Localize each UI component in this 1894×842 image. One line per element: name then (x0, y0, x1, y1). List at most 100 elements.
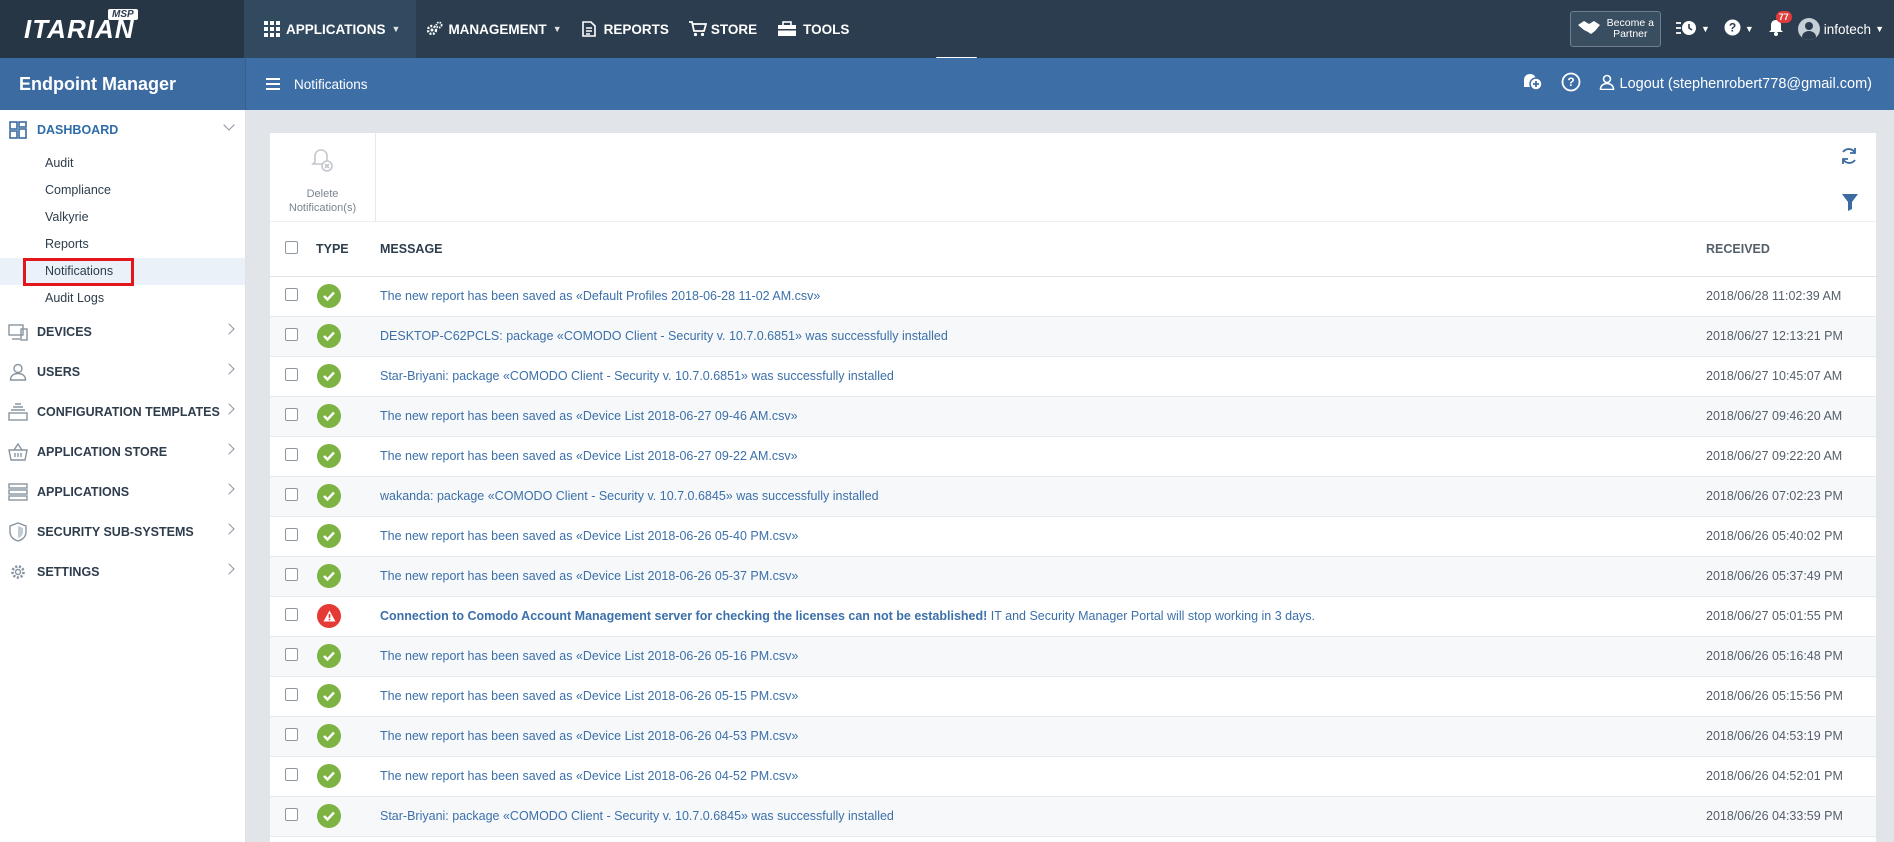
message-text[interactable]: wakanda: package «COMODO Client - Securi… (380, 489, 879, 503)
sidebar-section-label: APPLICATION STORE (37, 445, 168, 459)
message-text[interactable]: DESKTOP-C62PCLS: package «COMODO Client … (380, 329, 948, 343)
success-check-icon (317, 764, 341, 788)
row-checkbox[interactable] (285, 728, 298, 741)
logo[interactable]: ITARIAN MSP (0, 0, 244, 58)
chevron-right-icon (223, 323, 235, 335)
filter-icon[interactable] (1842, 193, 1858, 214)
shield-icon (8, 522, 28, 542)
table-row[interactable]: DESKTOP-C62PCLS: package «COMODO Client … (270, 316, 1876, 356)
user-menu[interactable]: infotech ▼ (1797, 18, 1884, 40)
sidebar-item-audit[interactable]: Audit (0, 150, 245, 177)
sidebar-section-users[interactable]: USERS (0, 352, 245, 392)
message-text[interactable]: The new report has been saved as «Device… (380, 689, 798, 703)
row-checkbox[interactable] (285, 608, 298, 621)
sidebar-item-compliance[interactable]: Compliance (0, 177, 245, 204)
help-menu[interactable]: ? ▼ (1724, 19, 1754, 39)
add-notification-icon[interactable] (1521, 72, 1543, 96)
basket-icon (8, 442, 28, 462)
message-text[interactable]: The new report has been saved as «Device… (380, 569, 798, 583)
row-checkbox[interactable] (285, 368, 298, 381)
document-icon (581, 21, 598, 37)
nav-management[interactable]: MANAGEMENT ▼ (416, 0, 571, 58)
sidebar-item-notifications[interactable]: Notifications (0, 258, 245, 286)
sidebar-section-application-store[interactable]: APPLICATION STORE (0, 432, 245, 472)
row-checkbox[interactable] (285, 408, 298, 421)
message-text[interactable]: IT and Security Manager Portal will stop… (987, 609, 1315, 623)
notifications-bell[interactable]: 77 (1768, 11, 1792, 39)
sidebar-section-dashboard[interactable]: DASHBOARD (0, 110, 245, 150)
message-text[interactable]: The new report has been saved as «Device… (380, 409, 798, 423)
message-text[interactable]: The new report has been saved as «Device… (380, 529, 798, 543)
table-row[interactable]: Star-Briyani: package «COMODO Client - S… (270, 356, 1876, 396)
row-checkbox[interactable] (285, 488, 298, 501)
svg-text:?: ? (1567, 75, 1574, 89)
success-check-icon (317, 804, 341, 828)
sidebar-section-configuration-templates[interactable]: CONFIGURATION TEMPLATES (0, 392, 245, 432)
column-header-received[interactable]: RECEIVED (1706, 222, 1876, 277)
table-row[interactable]: wakanda: package «COMODO Client - Securi… (270, 476, 1876, 516)
top-navigation-bar: ITARIAN MSP APPLICATIONS ▼ MANAGEMENT ▼ … (0, 0, 1894, 58)
recent-activity-menu[interactable]: ▼ (1675, 20, 1710, 39)
table-row[interactable]: The new report has been saved as «Defaul… (270, 276, 1876, 316)
nav-tools[interactable]: TOOLS (767, 0, 859, 58)
message-text[interactable]: The new report has been saved as «Device… (380, 769, 798, 783)
table-row[interactable]: The new report has been saved as «Device… (270, 676, 1876, 716)
row-checkbox[interactable] (285, 768, 298, 781)
cart-icon (688, 21, 708, 37)
row-checkbox[interactable] (285, 528, 298, 541)
table-row[interactable]: The new report has been saved as «Device… (270, 756, 1876, 796)
sidebar-section-security-sub-systems[interactable]: SECURITY SUB-SYSTEMS (0, 512, 245, 552)
row-checkbox[interactable] (285, 568, 298, 581)
message-text[interactable]: The new report has been saved as «Device… (380, 449, 798, 463)
nav-reports[interactable]: REPORTS (572, 0, 679, 58)
user-name: infotech (1823, 21, 1872, 37)
nav-applications[interactable]: APPLICATIONS ▼ (244, 0, 417, 58)
message-text[interactable]: The new report has been saved as «Device… (380, 729, 798, 743)
nav-store[interactable]: STORE (679, 0, 767, 58)
notifications-panel: Delete Notification(s) TYPE MESSAGE RECE… (270, 133, 1876, 842)
sidebar-section-applications[interactable]: APPLICATIONS (0, 472, 245, 512)
table-row[interactable]: The new report has been saved as «Device… (270, 716, 1876, 756)
table-row[interactable]: Star-Briyani: package «COMODO Client - S… (270, 796, 1876, 836)
delete-notifications-button[interactable]: Delete Notification(s) (270, 133, 376, 222)
delete-label-line1: Delete (306, 188, 339, 200)
message-text[interactable]: The new report has been saved as «Defaul… (380, 289, 820, 303)
received-time: 2018/06/27 09:46:20 AM (1706, 409, 1843, 423)
help-circle-icon[interactable]: ? (1561, 72, 1581, 96)
message-text[interactable]: Star-Briyani: package «COMODO Client - S… (380, 809, 894, 823)
table-row[interactable]: The new report has been saved as «Device… (270, 636, 1876, 676)
chevron-right-icon (223, 443, 235, 455)
table-row[interactable]: The new report has been saved as «Device… (270, 556, 1876, 596)
logout-button[interactable]: Logout (stephenrobert778@gmail.com) (1599, 74, 1872, 94)
sidebar-section-settings[interactable]: SETTINGS (0, 552, 245, 592)
row-checkbox[interactable] (285, 288, 298, 301)
sidebar-section-devices[interactable]: DEVICES (0, 312, 245, 352)
row-checkbox[interactable] (285, 648, 298, 661)
column-header-type[interactable]: TYPE (316, 222, 380, 277)
row-checkbox[interactable] (285, 448, 298, 461)
table-row[interactable]: Connection to Comodo Account Management … (270, 596, 1876, 636)
select-all-checkbox[interactable] (285, 240, 298, 254)
success-check-icon (317, 564, 341, 588)
hamburger-menu-icon[interactable] (266, 78, 280, 90)
column-header-message[interactable]: MESSAGE (380, 222, 1706, 277)
success-check-icon (317, 324, 341, 348)
sidebar-item-audit-logs[interactable]: Audit Logs (0, 285, 245, 312)
row-checkbox[interactable] (285, 688, 298, 701)
sidebar-item-valkyrie[interactable]: Valkyrie (0, 204, 245, 231)
table-row[interactable]: The new report has been saved as «Device… (270, 436, 1876, 476)
table-row[interactable]: The new report has been saved as «Device… (270, 516, 1876, 556)
sidebar: DASHBOARD Audit Compliance Valkyrie Repo… (0, 110, 246, 842)
row-checkbox[interactable] (285, 808, 298, 821)
message-text[interactable]: The new report has been saved as «Device… (380, 649, 798, 663)
top-nav: APPLICATIONS ▼ MANAGEMENT ▼ REPORTS STOR… (244, 0, 859, 58)
chevron-right-icon (223, 403, 235, 415)
become-partner-button[interactable]: Become a Partner (1569, 11, 1661, 47)
refresh-icon[interactable] (1840, 147, 1858, 168)
message-text[interactable]: Star-Briyani: package «COMODO Client - S… (380, 369, 894, 383)
sidebar-item-reports[interactable]: Reports (0, 231, 245, 258)
message-strong-text[interactable]: Connection to Comodo Account Management … (380, 609, 987, 623)
table-row[interactable]: The new report has been saved as «Device… (270, 396, 1876, 436)
nav-reports-label: REPORTS (603, 21, 669, 37)
row-checkbox[interactable] (285, 328, 298, 341)
